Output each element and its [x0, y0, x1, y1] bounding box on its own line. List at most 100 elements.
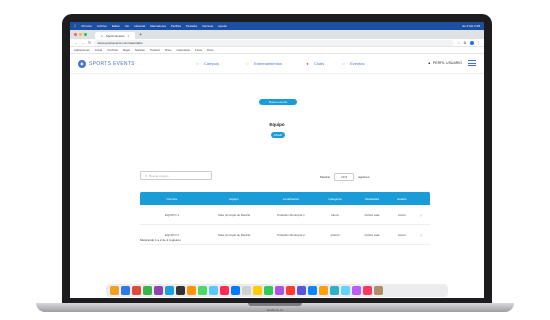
- nav-label: Entrenamientos: [254, 61, 283, 66]
- download-icon[interactable]: ⤓: [412, 213, 430, 217]
- menu-item[interactable]: Pestaña: [186, 24, 197, 28]
- brand[interactable]: ◉ SPORTS EVENTS: [78, 59, 135, 68]
- profile-icon[interactable]: [469, 40, 474, 45]
- brand-logo-icon: ◉: [78, 59, 86, 68]
- bookmark[interactable]: Noticias: [135, 48, 145, 52]
- search-icon: ⚲: [145, 173, 148, 178]
- menu-item[interactable]: Marcadores: [150, 24, 166, 28]
- close-tab-icon[interactable]: ×: [128, 34, 130, 38]
- dock-app-icon[interactable]: [352, 286, 361, 295]
- search-placeholder: Buscar equipo: [149, 173, 169, 178]
- dock-app-icon[interactable]: [143, 286, 152, 295]
- dock-app-icon[interactable]: [121, 286, 130, 295]
- dock-app-icon[interactable]: [176, 286, 185, 295]
- dock-app-icon[interactable]: [165, 286, 174, 295]
- download-icon[interactable]: ⤓: [412, 233, 430, 237]
- page-size-select[interactable]: 10 ▾: [334, 173, 354, 181]
- minimize-window-button[interactable]: [79, 33, 82, 36]
- dock-app-icon[interactable]: [264, 286, 273, 295]
- bookmark[interactable]: Calendario: [177, 48, 191, 52]
- bookmark[interactable]: Maps: [123, 48, 130, 52]
- browser-actions: ☆ ⚙ ⋮: [457, 40, 481, 45]
- bookmark[interactable]: Drive: [165, 48, 172, 52]
- dock-app-icon[interactable]: [363, 286, 372, 295]
- bookmark[interactable]: Docs: [207, 48, 213, 52]
- menu-item[interactable]: Historial: [134, 24, 145, 28]
- star-icon[interactable]: ☆: [457, 41, 460, 45]
- user-icon: ▲: [427, 61, 431, 65]
- cell-status: Activo: [397, 212, 407, 217]
- new-tab-icon[interactable]: +: [139, 32, 142, 39]
- nav-clubs[interactable]: ● Clubs: [304, 60, 324, 67]
- forward-icon[interactable]: →: [81, 40, 85, 45]
- search-input[interactable]: ⚲ Buscar equipo: [140, 171, 212, 180]
- brand-name: SPORTS EVENTS: [89, 60, 135, 67]
- column-header[interactable]: Nombre: [140, 197, 204, 201]
- menu-item[interactable]: Chrome: [81, 24, 92, 28]
- cell-team: Sala principal de Madrid: [217, 232, 251, 237]
- close-window-button[interactable]: [74, 33, 77, 36]
- dock-app-icon[interactable]: [308, 286, 317, 295]
- extensions-icon[interactable]: ⚙: [463, 41, 466, 45]
- dock-app-icon[interactable]: [220, 286, 229, 295]
- menu-item[interactable]: Ventana: [202, 24, 213, 28]
- dock-app-icon[interactable]: [231, 286, 240, 295]
- table-row[interactable]: EQUIPO 2 Sala principal de Madrid Pabell…: [140, 225, 430, 245]
- dock-app-icon[interactable]: [275, 286, 284, 295]
- apple-icon[interactable]: : [74, 24, 76, 28]
- cell-status: Activo: [397, 232, 407, 237]
- dock-app-icon[interactable]: [341, 286, 350, 295]
- menu-item[interactable]: Archivo: [97, 24, 107, 28]
- menu-item[interactable]: Editar: [112, 24, 120, 28]
- table-row[interactable]: EQUIPO 1 Sala principal de Madrid Pabell…: [140, 205, 430, 225]
- bookmark[interactable]: Fotos: [195, 48, 202, 52]
- globe-icon: ○: [196, 61, 199, 66]
- menu-item[interactable]: Ayuda: [218, 24, 226, 28]
- dock-app-icon[interactable]: [187, 286, 196, 295]
- column-header[interactable]: Categoría: [318, 197, 352, 201]
- cell-team: Sala principal de Madrid: [217, 212, 251, 217]
- dock-app-icon[interactable]: [253, 286, 262, 295]
- dock-app-icon[interactable]: [374, 286, 383, 295]
- column-header[interactable]: Estado: [392, 197, 412, 201]
- bookmarks-bar: Aplicaciones Gmail YouTube Maps Noticias…: [70, 47, 484, 54]
- dock-app-icon[interactable]: [132, 286, 141, 295]
- dock-app-icon[interactable]: [198, 286, 207, 295]
- menu-item[interactable]: Ver: [125, 24, 130, 28]
- nav-campus[interactable]: ○ Campus: [194, 60, 219, 67]
- bookmark[interactable]: Gmail: [95, 48, 102, 52]
- dock-app-icon[interactable]: [319, 286, 328, 295]
- bookmark[interactable]: Aplicaciones: [74, 48, 90, 52]
- browser-tab[interactable]: ● Sports Events ×: [95, 32, 136, 39]
- table-header: Nombre Equipo Localización Categoría Mod…: [140, 192, 430, 205]
- dock-app-icon[interactable]: [330, 286, 339, 295]
- url-field[interactable]: www.sportsevents.com/calendario: [94, 39, 455, 46]
- dock-app-icon[interactable]: [110, 286, 119, 295]
- reload-icon[interactable]: ↻: [88, 40, 91, 45]
- people-icon: ●: [306, 61, 309, 66]
- tab-title: Sports Events: [105, 33, 125, 38]
- cell-category: Infantil: [330, 232, 340, 237]
- hamburger-menu-icon[interactable]: [468, 60, 476, 66]
- menu-item[interactable]: Perfiles: [171, 24, 181, 28]
- nav-eventos[interactable]: ○ Eventos: [340, 60, 364, 67]
- laptop: MacBook Air  Chrome Archivo Editar Ver …: [0, 0, 550, 320]
- back-icon[interactable]: ←: [74, 40, 78, 45]
- kebab-menu-icon[interactable]: ⋮: [477, 41, 481, 45]
- show-suffix: registros: [357, 175, 370, 179]
- zoom-window-button[interactable]: [84, 33, 87, 36]
- bookmark[interactable]: YouTube: [107, 48, 118, 52]
- dock-app-icon[interactable]: [209, 286, 218, 295]
- new-event-button[interactable]: Nuevo evento: [259, 99, 297, 105]
- dock-app-icon[interactable]: [242, 286, 251, 295]
- dock-app-icon[interactable]: [297, 286, 306, 295]
- dock-app-icon[interactable]: [286, 286, 295, 295]
- add-button[interactable]: Añadir: [271, 132, 285, 138]
- column-header[interactable]: Modalidad: [352, 197, 392, 201]
- nav-entrenamientos[interactable]: ○ Entrenamientos: [244, 60, 282, 67]
- bookmark[interactable]: Traducir: [150, 48, 160, 52]
- column-header[interactable]: Equipo: [204, 197, 264, 201]
- column-header[interactable]: Localización: [264, 197, 318, 201]
- user-menu[interactable]: ▲ PERFIL USUARIO: [427, 61, 462, 65]
- dock-app-icon[interactable]: [154, 286, 163, 295]
